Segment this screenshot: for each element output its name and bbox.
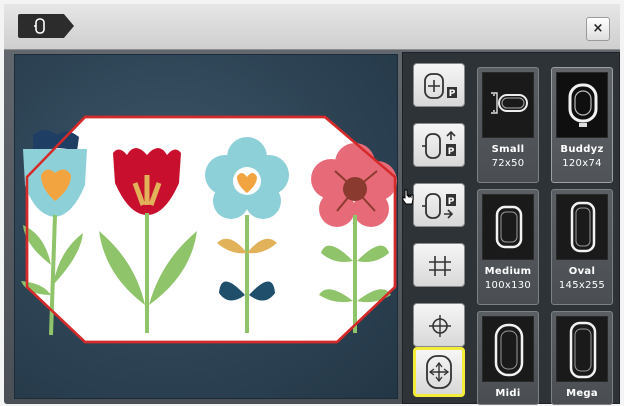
hoop-medium-icon (495, 205, 523, 249)
hoop-mega-name: Mega (566, 388, 598, 399)
hoop-medium-button[interactable]: Medium 100x130 (477, 189, 539, 305)
hoop-buddyz-size: 120x74 (562, 158, 602, 169)
hoop-oval-name: Oval (568, 266, 596, 277)
hoop-buddyz-name: Buddyz (560, 144, 604, 155)
hoop-oval-icon (570, 201, 596, 253)
hoop-side-panel: P P P Small 72x50 Buddyz 120x74 Medium 1… (402, 52, 620, 405)
hoop-medium-name: Medium (484, 266, 532, 277)
hoop-mega-icon (569, 321, 597, 379)
embroidery-screen: × P P P Small 72x50 Buddyz 120x74 Medium… (4, 4, 620, 405)
hoop-mega-button[interactable]: Mega (551, 311, 613, 405)
svg-text:P: P (448, 197, 455, 207)
hoop-midi-image (482, 316, 534, 382)
hoop-oval-size: 145x255 (558, 280, 606, 291)
hoop-mega-image (556, 316, 608, 382)
svg-text:P: P (449, 89, 456, 99)
hoop-oval-image (556, 194, 608, 260)
hoop-midi-icon (494, 323, 524, 377)
move-hoop-icon (426, 355, 452, 389)
hoop-buddyz-icon (568, 83, 598, 127)
hoop-tab[interactable] (18, 14, 74, 38)
close-button[interactable]: × (586, 17, 610, 41)
embroidery-canvas[interactable] (14, 54, 398, 399)
hoop-position-down-button[interactable]: P (413, 183, 465, 227)
hand-cursor-icon (402, 189, 414, 205)
move-hoop-button[interactable] (413, 347, 465, 397)
hoop-buddyz-image (556, 72, 608, 138)
hoop-small-icon (491, 92, 528, 114)
hoop-oval-button[interactable]: Oval 145x255 (551, 189, 613, 305)
grid-icon (429, 256, 451, 276)
crosshair-button[interactable] (413, 303, 465, 347)
hoop-position-up-button[interactable]: P (413, 123, 465, 167)
crosshair-icon (429, 315, 451, 337)
hoop-buddyz-button[interactable]: Buddyz 120x74 (551, 67, 613, 183)
hoop-position-up-icon: P (422, 130, 456, 159)
hoop-midi-name: Midi (495, 388, 521, 399)
design-preview (21, 115, 397, 344)
hoop-medium-size: 100x130 (484, 280, 532, 291)
grid-button[interactable] (413, 243, 465, 287)
hoop-midi-button[interactable]: Midi (477, 311, 539, 405)
hoop-position-down-icon: P (422, 193, 456, 219)
hoop-small-name: Small (491, 144, 525, 155)
hoop-small-button[interactable]: Small 72x50 (477, 67, 539, 183)
svg-text:P: P (448, 147, 455, 157)
hoop-medium-image (482, 194, 534, 260)
hoop-center-p-icon: P (424, 73, 457, 99)
title-bar: × (4, 4, 620, 50)
hoop-icon (34, 18, 45, 34)
hoop-small-size: 72x50 (491, 158, 525, 169)
hoop-center-p-button[interactable]: P (413, 63, 465, 107)
hoop-small-image (482, 72, 534, 138)
